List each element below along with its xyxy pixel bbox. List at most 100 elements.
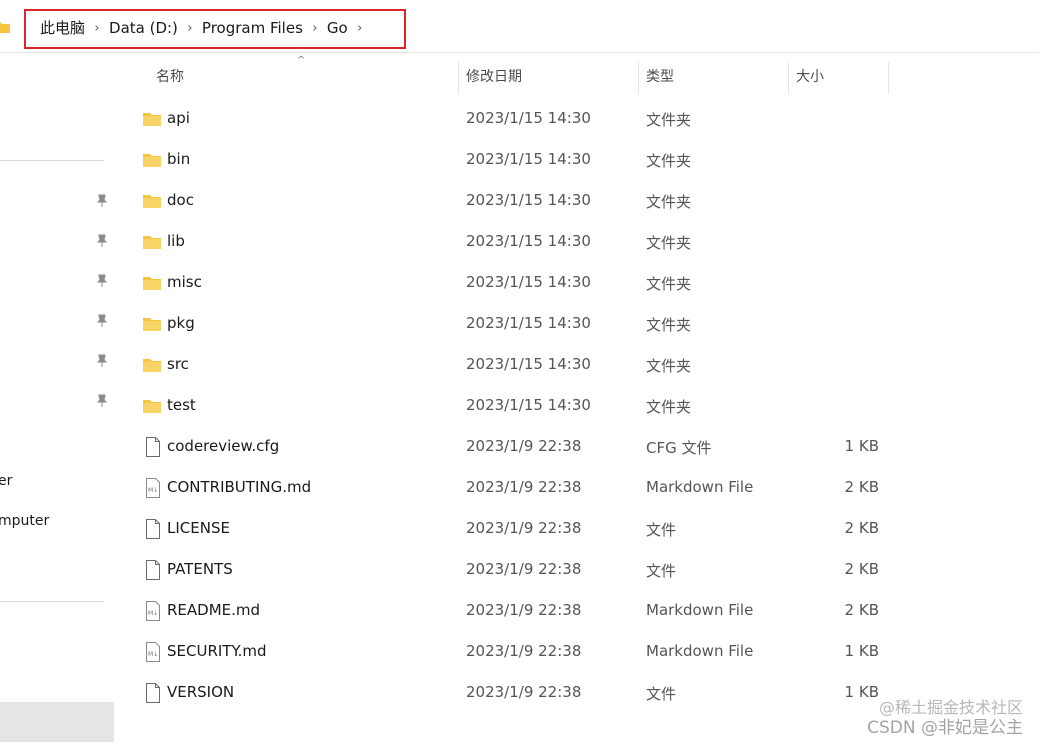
- file-type: 文件夹: [646, 398, 692, 416]
- file-modified: 2023/1/9 22:38: [466, 601, 582, 619]
- file-name: doc: [167, 191, 194, 209]
- file-modified: 2023/1/15 14:30: [466, 232, 591, 250]
- file-type: 文件夹: [646, 234, 692, 252]
- file-modified: 2023/1/15 14:30: [466, 150, 591, 168]
- table-row[interactable]: bin 2023/1/15 14:30 文件夹: [118, 140, 898, 181]
- table-row[interactable]: test 2023/1/15 14:30 文件夹: [118, 386, 898, 427]
- table-row[interactable]: src 2023/1/15 14:30 文件夹: [118, 345, 898, 386]
- file-modified: 2023/1/9 22:38: [466, 519, 582, 537]
- file-name: api: [167, 109, 190, 127]
- nav-divider: [0, 160, 104, 161]
- file-type: 文件夹: [646, 152, 692, 170]
- file-type: Markdown File: [646, 478, 754, 496]
- file-icon: [145, 437, 161, 461]
- table-row[interactable]: lib 2023/1/15 14:30 文件夹: [118, 222, 898, 263]
- file-icon: [145, 683, 161, 707]
- file-size: 2 KB: [844, 478, 879, 496]
- watermark-line-2: CSDN @非妃是公主: [867, 718, 1023, 738]
- folder-icon: [142, 316, 162, 336]
- file-size: 2 KB: [844, 601, 879, 619]
- file-name: PATENTS: [167, 560, 233, 578]
- file-type: CFG 文件: [646, 439, 712, 457]
- markdown-file-icon: M↓: [145, 642, 161, 666]
- watermark: @稀土掘金技术社区 CSDN @非妃是公主: [867, 698, 1023, 738]
- file-modified: 2023/1/9 22:38: [466, 683, 582, 701]
- pin-icon[interactable]: [96, 354, 108, 368]
- highlight-annotation-box: [24, 9, 406, 49]
- column-header-modified[interactable]: 修改日期: [466, 62, 636, 92]
- svg-text:M↓: M↓: [148, 610, 158, 617]
- folder-icon: [142, 357, 162, 377]
- pin-icon[interactable]: [96, 194, 108, 208]
- file-name: SECURITY.md: [167, 642, 267, 660]
- pin-icon[interactable]: [96, 314, 108, 328]
- pin-icon[interactable]: [96, 274, 108, 288]
- file-modified: 2023/1/9 22:38: [466, 437, 582, 455]
- file-type: Markdown File: [646, 601, 754, 619]
- file-type: 文件夹: [646, 111, 692, 129]
- file-name: codereview.cfg: [167, 437, 280, 455]
- column-header-type[interactable]: 类型: [646, 62, 786, 92]
- markdown-file-icon: M↓: [145, 478, 161, 502]
- file-modified: 2023/1/15 14:30: [466, 396, 591, 414]
- file-type: 文件夹: [646, 357, 692, 375]
- nav-divider: [0, 601, 104, 602]
- table-row[interactable]: api 2023/1/15 14:30 文件夹: [118, 99, 898, 140]
- file-name: misc: [167, 273, 202, 291]
- address-bar[interactable]: 此电脑 › Data (D:) › Program Files › Go ›: [0, 0, 1039, 53]
- column-divider[interactable]: [638, 62, 639, 94]
- file-name: CONTRIBUTING.md: [167, 478, 312, 496]
- pin-icon[interactable]: [96, 234, 108, 248]
- file-type: 文件夹: [646, 193, 692, 211]
- pin-icon[interactable]: [96, 394, 108, 408]
- column-divider[interactable]: [788, 62, 789, 94]
- watermark-line-1: @稀土掘金技术社区: [878, 698, 1023, 717]
- folder-icon: [142, 234, 162, 254]
- table-row[interactable]: M↓ SECURITY.md 2023/1/9 22:38 Markdown File…: [118, 632, 898, 673]
- column-divider[interactable]: [888, 62, 889, 94]
- column-header-name[interactable]: 名称: [156, 62, 456, 92]
- file-name: src: [167, 355, 189, 373]
- nav-item-selected[interactable]: [0, 702, 114, 742]
- nav-item-label[interactable]: er: [0, 473, 12, 489]
- file-type: 文件: [646, 562, 677, 580]
- table-row[interactable]: codereview.cfg 2023/1/9 22:38 CFG 文件 1 KB: [118, 427, 898, 468]
- file-modified: 2023/1/9 22:38: [466, 560, 582, 578]
- file-name: VERSION: [167, 683, 235, 701]
- folder-icon: [0, 22, 10, 33]
- folder-icon: [142, 152, 162, 172]
- table-row[interactable]: pkg 2023/1/15 14:30 文件夹: [118, 304, 898, 345]
- file-size: 1 KB: [844, 437, 879, 455]
- table-row[interactable]: M↓ README.md 2023/1/9 22:38 Markdown File 2 …: [118, 591, 898, 632]
- folder-icon: [142, 275, 162, 295]
- file-name: README.md: [167, 601, 261, 619]
- file-icon: [145, 519, 161, 543]
- navigation-pane: er mputer: [0, 53, 114, 743]
- file-modified: 2023/1/9 22:38: [466, 478, 582, 496]
- file-name: LICENSE: [167, 519, 230, 537]
- table-row[interactable]: LICENSE 2023/1/9 22:38 文件 2 KB: [118, 509, 898, 550]
- table-row[interactable]: doc 2023/1/15 14:30 文件夹: [118, 181, 898, 222]
- table-row[interactable]: PATENTS 2023/1/9 22:38 文件 2 KB: [118, 550, 898, 591]
- file-modified: 2023/1/15 14:30: [466, 273, 591, 291]
- nav-item-label[interactable]: mputer: [0, 513, 49, 529]
- markdown-file-icon: M↓: [145, 601, 161, 625]
- column-divider[interactable]: [458, 62, 459, 94]
- file-size: 2 KB: [844, 519, 879, 537]
- column-header-size[interactable]: 大小: [796, 62, 886, 92]
- file-type: Markdown File: [646, 642, 754, 660]
- table-row[interactable]: VERSION 2023/1/9 22:38 文件 1 KB: [118, 673, 898, 714]
- svg-text:M↓: M↓: [148, 651, 158, 658]
- file-name: bin: [167, 150, 191, 168]
- file-type: 文件: [646, 521, 677, 539]
- svg-text:M↓: M↓: [148, 487, 158, 494]
- file-icon: [145, 560, 161, 584]
- file-modified: 2023/1/15 14:30: [466, 355, 591, 373]
- folder-icon: [142, 111, 162, 131]
- table-row[interactable]: M↓ CONTRIBUTING.md 2023/1/9 22:38 Markdown …: [118, 468, 898, 509]
- file-type: 文件: [646, 685, 677, 703]
- file-name: test: [167, 396, 196, 414]
- folder-icon: [142, 193, 162, 213]
- table-row[interactable]: misc 2023/1/15 14:30 文件夹: [118, 263, 898, 304]
- file-size: 1 KB: [844, 642, 879, 660]
